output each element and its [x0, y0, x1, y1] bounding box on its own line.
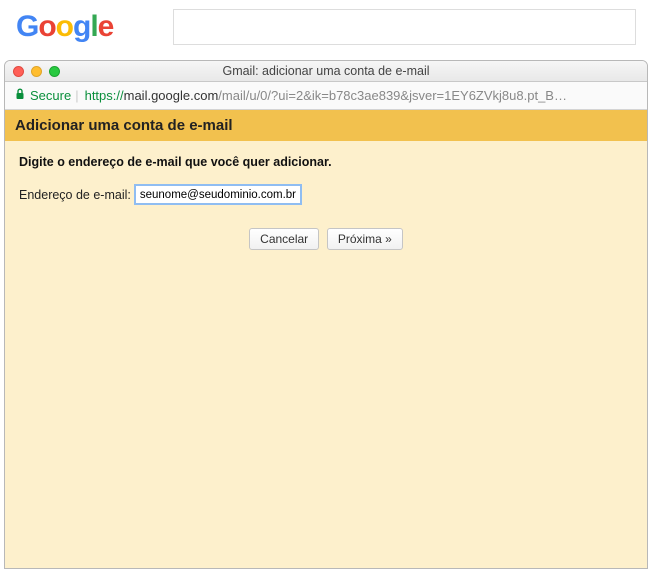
email-row: Endereço de e-mail: [19, 185, 633, 204]
secure-label: Secure [30, 88, 71, 103]
logo-letter: e [98, 10, 114, 43]
search-input[interactable] [173, 9, 636, 45]
email-label: Endereço de e-mail: [19, 188, 131, 202]
logo-letter: o [56, 10, 73, 43]
address-bar[interactable]: Secure | https://mail.google.com/mail/u/… [5, 82, 647, 110]
url-host: mail.google.com [124, 88, 219, 103]
logo-letter: g [73, 10, 90, 43]
page-header: Adicionar uma conta de e-mail [5, 110, 647, 141]
address-divider: | [75, 88, 78, 103]
form-block: Digite o endereço de e-mail que você que… [5, 141, 647, 264]
content-area: Adicionar uma conta de e-mail Digite o e… [5, 110, 647, 568]
url-scheme: https:// [85, 88, 124, 103]
popup-window: Gmail: adicionar uma conta de e-mail Sec… [4, 60, 648, 569]
cancel-button[interactable]: Cancelar [249, 228, 319, 250]
google-top-bar: Google [0, 0, 652, 60]
instruction-text: Digite o endereço de e-mail que você que… [19, 155, 633, 169]
logo-letter: o [38, 10, 55, 43]
url-path: /mail/u/0/?ui=2&ik=b78c3ae839&jsver=1EY6… [218, 88, 567, 103]
google-logo: Google [16, 10, 113, 44]
email-field[interactable] [135, 185, 301, 204]
lock-icon [15, 88, 25, 103]
window-titlebar: Gmail: adicionar uma conta de e-mail [5, 61, 647, 82]
logo-letter: l [90, 10, 97, 43]
logo-letter: G [16, 10, 38, 43]
window-title: Gmail: adicionar uma conta de e-mail [5, 64, 647, 78]
next-button[interactable]: Próxima » [327, 228, 403, 250]
button-row: Cancelar Próxima » [19, 228, 633, 250]
